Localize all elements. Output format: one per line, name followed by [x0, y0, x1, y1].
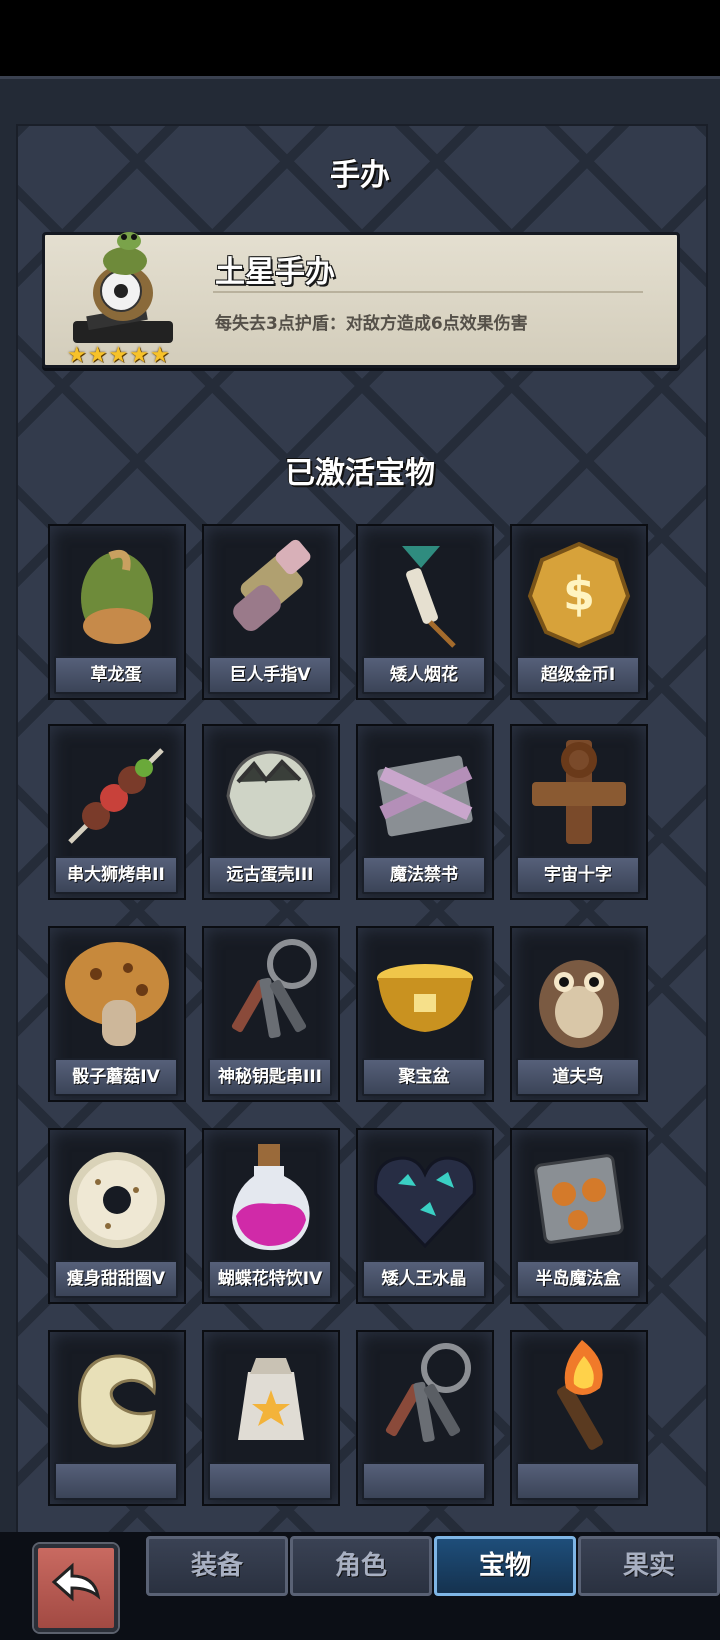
figure-section-title: 手办	[330, 158, 390, 193]
treasure-slot[interactable]: 神秘钥匙串III	[202, 926, 340, 1102]
giant-finger-icon	[204, 526, 338, 656]
keychain-icon	[204, 928, 338, 1058]
treasure-slot[interactable]: 瘦身甜甜圈V	[48, 1128, 186, 1304]
treasure-label: 瘦身甜甜圈V	[54, 1260, 178, 1298]
treasure-slot[interactable]: 半岛魔法盒	[510, 1128, 648, 1304]
figure-card[interactable]: ★ ★ ★ ★ ★ 土星手办 每失去3点护盾：对敌方造成6点效果伤害	[42, 232, 680, 368]
treasure-label: 道夫鸟	[516, 1058, 640, 1096]
treasure-slot[interactable]	[356, 1330, 494, 1506]
treasure-slot[interactable]: 串大狮烤串II	[48, 724, 186, 900]
treasure-slot[interactable]: 矮人王水晶	[356, 1128, 494, 1304]
star-icon: ★	[87, 343, 108, 368]
cosmic-cross-icon	[512, 726, 646, 856]
top-bar	[0, 0, 720, 76]
tab-character[interactable]: 角色	[290, 1536, 432, 1596]
back-button[interactable]	[34, 1544, 118, 1632]
treasure-slot[interactable]	[510, 1330, 648, 1506]
treasure-label: 草龙蛋	[54, 656, 178, 694]
eggshell-icon	[204, 726, 338, 856]
treasure-label: 超级金币I	[516, 656, 640, 694]
star-sack-icon	[204, 1332, 338, 1462]
owl-icon	[512, 928, 646, 1058]
treasure-slot[interactable]: 草龙蛋	[48, 524, 186, 700]
treasure-slot[interactable]	[48, 1330, 186, 1506]
treasure-slot[interactable]: 魔法禁书	[356, 724, 494, 900]
treasure-label	[362, 1462, 486, 1500]
treasure-slot[interactable]: 骰子蘑菇IV	[48, 926, 186, 1102]
treasure-slot[interactable]: 远古蛋壳III	[202, 724, 340, 900]
treasure-label: 矮人王水晶	[362, 1260, 486, 1298]
treasure-label: 宇宙十字	[516, 856, 640, 894]
star-icon: ★	[67, 343, 87, 368]
star-rating: ★ ★ ★ ★ ★	[67, 345, 170, 367]
skewer-icon	[50, 726, 184, 856]
treasure-label: 巨人手指V	[208, 656, 332, 694]
keychain-icon	[358, 1332, 492, 1462]
donut-icon	[50, 1130, 184, 1260]
treasure-label: 蝴蝶花特饮IV	[208, 1260, 332, 1298]
cream-swirl-icon	[50, 1332, 184, 1462]
treasure-section-title: 已激活宝物	[285, 456, 435, 491]
mushroom-icon	[50, 928, 184, 1058]
firework-icon	[358, 526, 492, 656]
treasure-label	[516, 1462, 640, 1500]
star-icon: ★	[149, 343, 170, 368]
treasure-label: 神秘钥匙串III	[208, 1058, 332, 1096]
treasure-label	[208, 1462, 332, 1500]
gold-coin-icon: $	[512, 526, 646, 656]
treasure-label	[54, 1462, 178, 1500]
potion-icon	[204, 1130, 338, 1260]
tab-equipment[interactable]: 装备	[146, 1536, 288, 1596]
crystal-heart-icon	[358, 1130, 492, 1260]
tab-treasure[interactable]: 宝物	[434, 1536, 576, 1596]
treasure-label: 骰子蘑菇IV	[54, 1058, 178, 1096]
saturn-figure-icon	[63, 215, 183, 355]
svg-text:$: $	[563, 567, 595, 621]
treasure-slot[interactable]: $ 超级金币I	[510, 524, 648, 700]
treasure-slot[interactable]: 蝴蝶花特饮IV	[202, 1128, 340, 1304]
dragon-egg-icon	[50, 526, 184, 656]
figure-description: 每失去3点护盾：对敌方造成6点效果伤害	[215, 314, 528, 334]
treasure-slot[interactable]: 巨人手指V	[202, 524, 340, 700]
treasure-slot[interactable]: 道夫鸟	[510, 926, 648, 1102]
back-arrow-icon	[51, 1562, 101, 1602]
star-icon: ★	[108, 343, 129, 368]
treasure-bowl-icon	[358, 928, 492, 1058]
divider	[213, 291, 643, 293]
treasure-label: 半岛魔法盒	[516, 1260, 640, 1298]
forbidden-book-icon	[358, 726, 492, 856]
magic-box-icon	[512, 1130, 646, 1260]
treasure-label: 魔法禁书	[362, 856, 486, 894]
treasure-slot[interactable]: 宇宙十字	[510, 724, 648, 900]
treasure-label: 远古蛋壳III	[208, 856, 332, 894]
torch-icon	[512, 1332, 646, 1462]
treasure-label: 串大狮烤串II	[54, 856, 178, 894]
star-icon: ★	[129, 343, 149, 368]
treasure-slot[interactable]: 矮人烟花	[356, 524, 494, 700]
treasure-slot[interactable]: 聚宝盆	[356, 926, 494, 1102]
tab-fruit[interactable]: 果实	[578, 1536, 720, 1596]
figure-name: 土星手办	[215, 255, 335, 290]
treasure-label: 矮人烟花	[362, 656, 486, 694]
treasure-label: 聚宝盆	[362, 1058, 486, 1096]
treasure-slot[interactable]	[202, 1330, 340, 1506]
